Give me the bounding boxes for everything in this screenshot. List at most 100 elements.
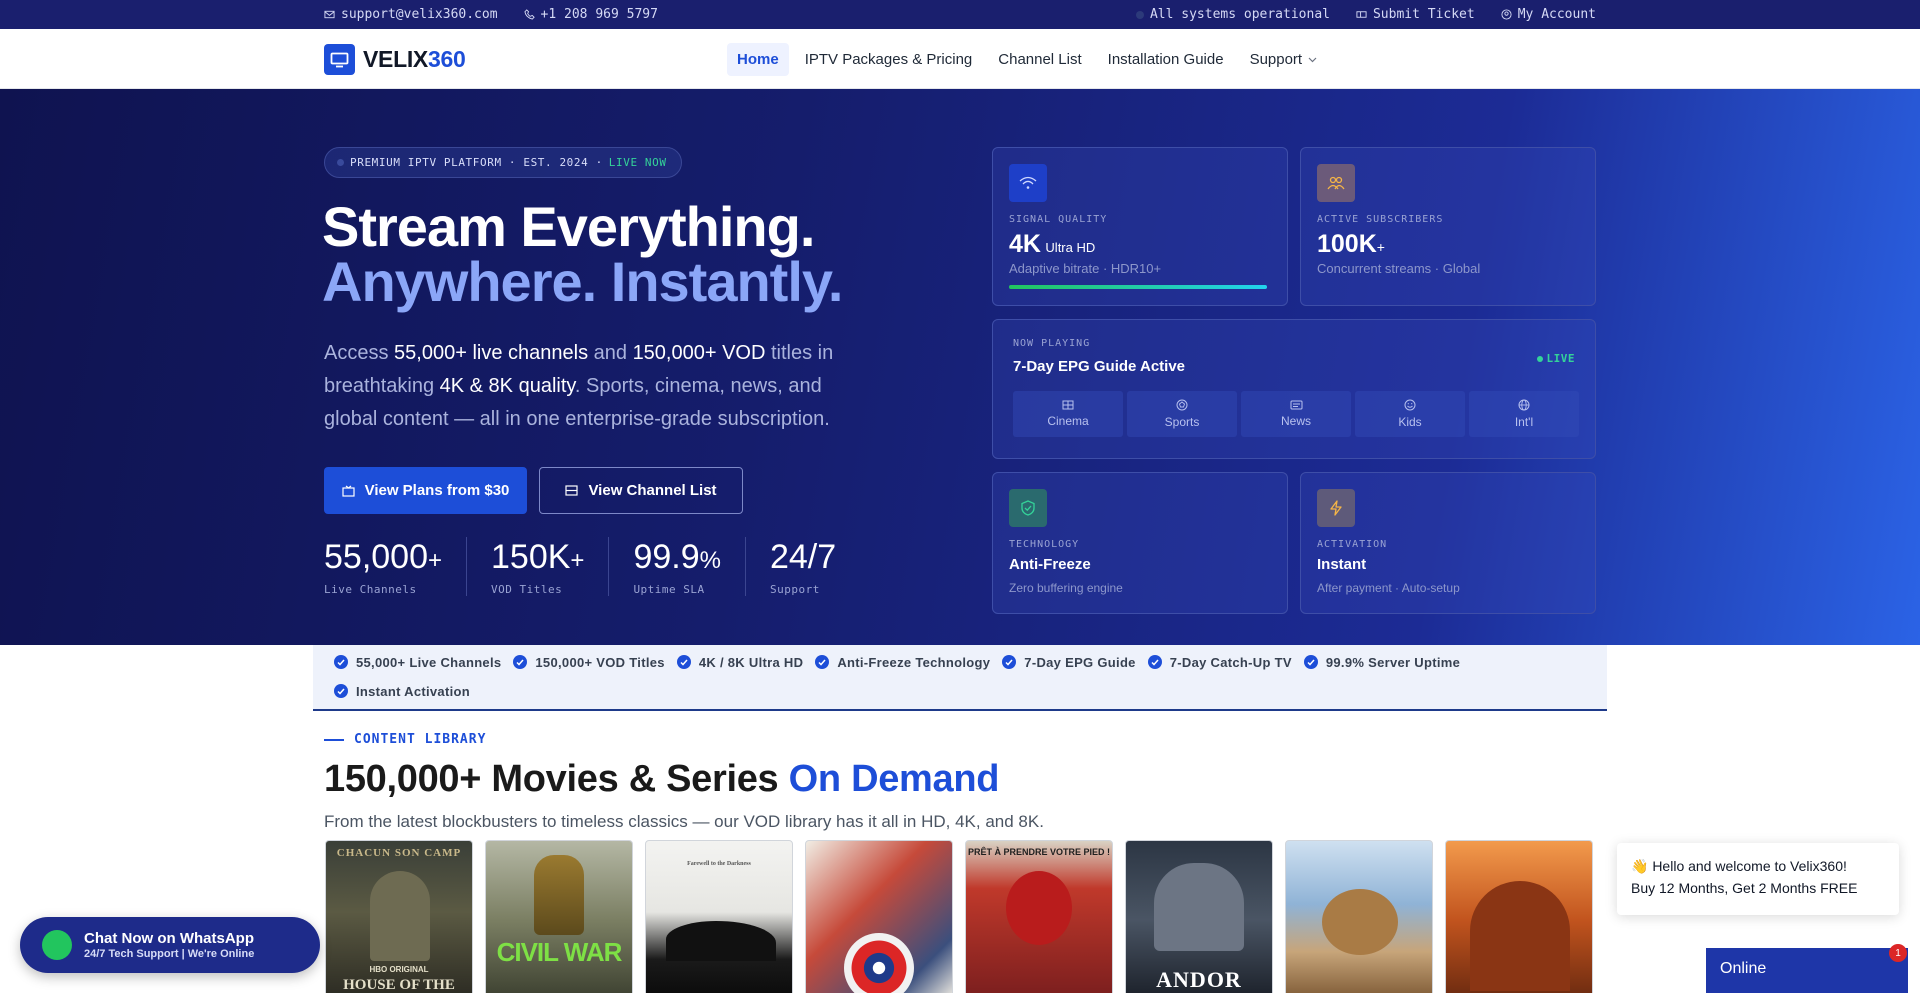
poster-captain-america[interactable] <box>805 840 953 993</box>
users-icon <box>1317 164 1355 202</box>
technology-caption: TECHNOLOGY <box>1009 539 1080 550</box>
nav-support[interactable]: Support <box>1240 43 1328 76</box>
feature-item: 150,000+ VOD Titles <box>513 653 665 671</box>
monitor-icon <box>324 44 355 75</box>
popup-line1: 👋 Hello and welcome to Velix360! <box>1631 858 1847 874</box>
shield-check-icon <box>1009 489 1047 527</box>
subscribers-value: 100K <box>1317 230 1377 258</box>
category-list: Cinema Sports News Kids Int'l <box>1013 391 1579 437</box>
phone-icon <box>523 9 535 20</box>
support-phone[interactable]: +1 208 969 5797 <box>523 7 658 22</box>
library-description: From the latest blockbusters to timeless… <box>324 812 1044 831</box>
category-kids[interactable]: Kids <box>1355 391 1465 437</box>
feature-item: 4K / 8K Ultra HD <box>676 653 804 671</box>
signal-value-suffix: Ultra HD <box>1045 240 1096 255</box>
check-circle-icon <box>513 655 528 669</box>
logo-main: VELIX <box>363 46 428 72</box>
eyebrow-text: CONTENT LIBRARY <box>354 732 487 747</box>
check-circle-icon <box>1147 655 1162 669</box>
stat-suffix: + <box>428 547 443 574</box>
poster-mufasa[interactable] <box>1285 840 1433 993</box>
whatsapp-icon <box>42 930 72 960</box>
check-circle-icon <box>334 684 348 698</box>
system-status: All systems operational <box>1135 7 1330 22</box>
poster-top-text: Farewell to the Darkness <box>687 861 751 867</box>
category-news[interactable]: News <box>1241 391 1351 437</box>
poster-top-text: PRÊT À PRENDRE VOTRE PIED ! <box>967 847 1111 857</box>
category-international[interactable]: Int'l <box>1469 391 1579 437</box>
nav-installation-guide[interactable]: Installation Guide <box>1098 43 1234 76</box>
top-bar: support@velix360.com +1 208 969 5797 All… <box>0 0 1920 29</box>
view-plans-button[interactable]: View Plans from $30 <box>324 467 527 514</box>
check-circle-icon <box>1303 655 1318 669</box>
submit-ticket-link[interactable]: Submit Ticket <box>1356 7 1475 22</box>
poster-figure <box>1470 881 1570 991</box>
nav-home[interactable]: Home <box>727 43 789 76</box>
poster-farewell-darkness[interactable]: Farewell to the Darkness <box>645 840 793 993</box>
feature-label: 7-Day Catch-Up TV <box>1169 654 1292 670</box>
stat-label: Uptime SLA <box>633 583 705 596</box>
eyebrow-line <box>324 738 344 741</box>
library-title-accent: On Demand <box>788 758 1000 800</box>
activation-sub: After payment · Auto-setup <box>1317 581 1460 595</box>
nav-links: Home IPTV Packages & Pricing Channel Lis… <box>727 43 1327 76</box>
category-label: Cinema <box>1047 414 1089 428</box>
signal-level-fill <box>1009 285 1267 289</box>
lead-bold-1: 55,000+ live channels <box>394 342 589 364</box>
poster-house-of-the-dragon[interactable]: CHACUN SON CAMP HBO ORIGINAL HOUSE OF TH… <box>325 840 473 993</box>
feature-item: 55,000+ Live Channels <box>334 653 501 671</box>
view-channel-list-button[interactable]: View Channel List <box>539 467 743 514</box>
nav-support-label: Support <box>1249 51 1303 68</box>
library-title-main: 150,000+ Movies & Series <box>324 758 779 800</box>
poster-dune[interactable] <box>1445 840 1593 993</box>
logo[interactable]: VELIX360 <box>324 44 466 75</box>
popup-line2: Buy 12 Months, Get 2 Months FREE <box>1631 880 1858 896</box>
poster-civil-war[interactable]: CIVIL WAR <box>485 840 633 993</box>
online-chat-tab[interactable]: Online <box>1706 948 1908 993</box>
poster-deadpool[interactable]: PRÊT À PRENDRE VOTRE PIED ! <box>965 840 1113 993</box>
feature-label: 99.9% Server Uptime <box>1325 654 1461 670</box>
stat-value: 150K <box>491 538 571 576</box>
feature-label: 150,000+ VOD Titles <box>535 654 665 670</box>
film-icon <box>1062 400 1074 410</box>
system-status-text: All systems operational <box>1149 7 1330 22</box>
feature-item: 7-Day EPG Guide <box>1002 653 1135 671</box>
category-label: Sports <box>1164 415 1200 429</box>
stat-label: Live Channels <box>324 583 417 596</box>
badge-text: PREMIUM IPTV PLATFORM · EST. 2024 · <box>350 156 603 169</box>
support-email-text: support@velix360.com <box>341 7 498 22</box>
poster-bottom-text: HOUSE OF THE <box>343 977 455 993</box>
category-cinema[interactable]: Cinema <box>1013 391 1123 437</box>
poster-figure <box>370 871 430 961</box>
signal-sub: Adaptive bitrate · HDR10+ <box>1009 261 1162 276</box>
my-account-link[interactable]: My Account <box>1501 7 1596 22</box>
logo-text: VELIX360 <box>363 46 466 73</box>
signal-caption: SIGNAL QUALITY <box>1009 214 1108 225</box>
signal-quality-card: SIGNAL QUALITY 4K Ultra HD Adaptive bitr… <box>992 147 1288 306</box>
active-subscribers-card: ACTIVE SUBSCRIBERS 100K+ Concurrent stre… <box>1300 147 1596 306</box>
feature-item: Instant Activation <box>334 682 470 700</box>
nav-packages-pricing[interactable]: IPTV Packages & Pricing <box>795 43 983 76</box>
lead-bold-2: 150,000+ VOD <box>632 342 766 364</box>
feature-label: 4K / 8K Ultra HD <box>698 654 804 670</box>
whatsapp-chat-button[interactable]: Chat Now on WhatsApp 24/7 Tech Support |… <box>20 917 320 973</box>
support-email[interactable]: support@velix360.com <box>324 7 498 22</box>
category-sports[interactable]: Sports <box>1127 391 1237 437</box>
online-label: Online <box>1720 960 1767 977</box>
wifi-icon <box>1009 164 1047 202</box>
list-icon <box>565 485 579 496</box>
feature-item: 7-Day Catch-Up TV <box>1147 653 1292 671</box>
nav-channel-list[interactable]: Channel List <box>988 43 1091 76</box>
badge-live: LIVE NOW <box>608 156 667 169</box>
technology-card: TECHNOLOGY Anti-Freeze Zero buffering en… <box>992 472 1288 614</box>
hero-lead: Access 55,000+ live channels and 150,000… <box>324 337 864 436</box>
chat-welcome-popup[interactable]: 👋 Hello and welcome to Velix360! Buy 12 … <box>1617 843 1899 915</box>
subscribers-caption: ACTIVE SUBSCRIBERS <box>1317 214 1444 225</box>
poster-figure <box>1322 889 1398 955</box>
hero-title: Stream Everything. Anywhere. Instantly. <box>322 199 843 310</box>
stat-value: 99.9 <box>633 538 700 576</box>
category-label: News <box>1280 414 1311 428</box>
soccer-ball-icon <box>1176 399 1188 411</box>
tv-icon <box>341 485 355 497</box>
poster-andor[interactable]: ANDOR <box>1125 840 1273 993</box>
